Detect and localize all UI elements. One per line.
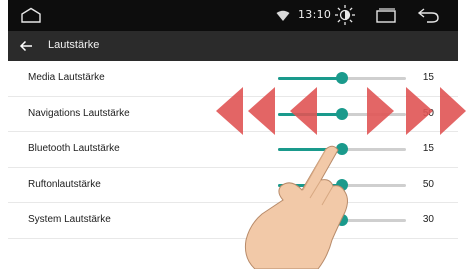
volume-slider[interactable]: [278, 107, 408, 120]
volume-list: Media Lautstärke 15 Navigations Lautstär…: [8, 61, 458, 239]
volume-slider[interactable]: [278, 214, 408, 226]
app-bar: Lautstärke: [8, 31, 458, 61]
row-value: 50: [422, 178, 434, 190]
status-bar: 13:10: [8, 0, 458, 31]
brightness-icon[interactable]: [334, 4, 356, 26]
volume-slider[interactable]: [278, 178, 408, 191]
status-clock: 13:10: [298, 8, 332, 21]
slider-fill: [278, 148, 342, 151]
slider-thumb[interactable]: [336, 72, 348, 84]
row-label: Navigations Lautstärke: [28, 107, 130, 119]
row-value: 50: [422, 107, 434, 119]
row-label: System Lautstärke: [28, 214, 111, 225]
volume-slider[interactable]: [278, 143, 408, 155]
slider-fill: [278, 219, 342, 222]
slider-fill: [278, 183, 342, 187]
slider-thumb[interactable]: [336, 143, 348, 155]
row-value: 15: [422, 72, 434, 83]
volume-row-system: System Lautstärke 30: [8, 203, 458, 239]
wifi-icon: [276, 10, 290, 22]
volume-slider[interactable]: [278, 72, 408, 84]
home-icon[interactable]: [20, 7, 42, 23]
arrow-left-icon[interactable]: [18, 38, 34, 54]
slider-thumb[interactable]: [336, 107, 348, 120]
volume-row-navigation: Navigations Lautstärke 50: [8, 97, 458, 132]
row-value: 30: [422, 214, 434, 225]
recents-icon[interactable]: [375, 8, 397, 23]
slider-fill: [278, 77, 342, 80]
row-value: 15: [422, 143, 434, 154]
head-unit-screen: 13:10 Lautstärke Media Lautstärke 15 Nav…: [8, 0, 458, 269]
back-icon[interactable]: [417, 6, 441, 24]
slider-thumb[interactable]: [336, 214, 348, 226]
volume-row-media: Media Lautstärke 15: [8, 61, 458, 97]
slider-fill: [278, 112, 342, 116]
row-label: Bluetooth Lautstärke: [28, 143, 120, 154]
row-label: Ruftonlautstärke: [28, 178, 101, 190]
volume-row-bluetooth: Bluetooth Lautstärke 15: [8, 132, 458, 168]
slider-thumb[interactable]: [336, 178, 348, 191]
row-label: Media Lautstärke: [28, 72, 105, 83]
page-title: Lautstärke: [48, 39, 100, 51]
volume-row-ringtone: Ruftonlautstärke 50: [8, 168, 458, 203]
